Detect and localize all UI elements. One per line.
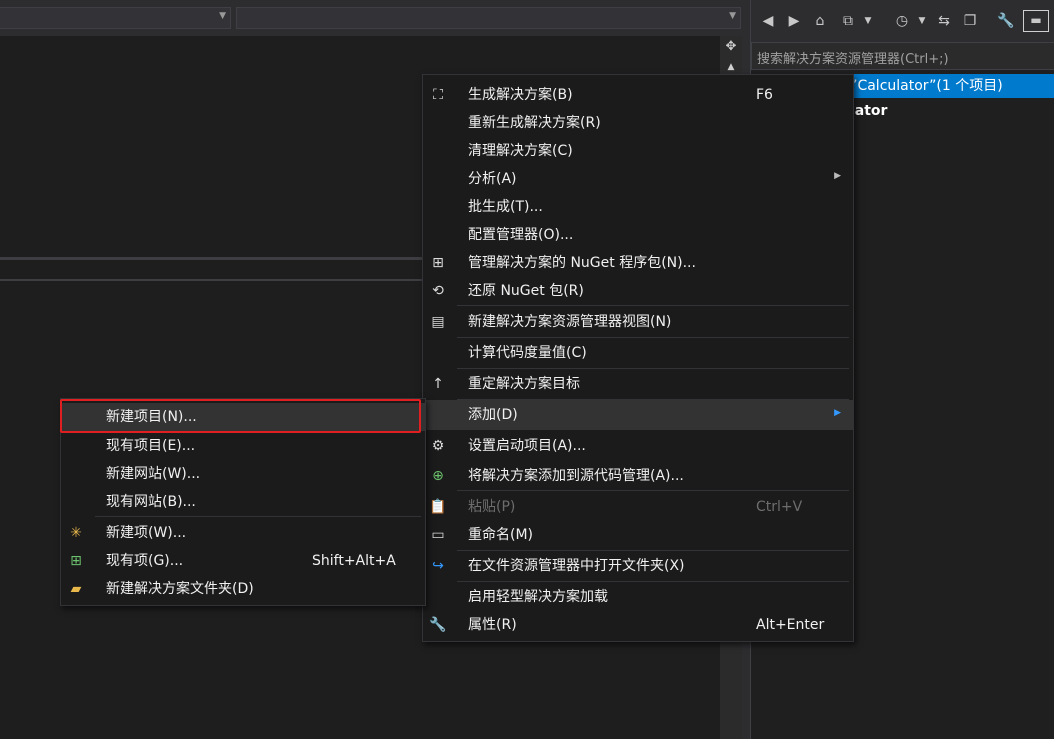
menu-item-new-item[interactable]: ✳ 新建项(W)... (61, 519, 425, 547)
menu-item-paste[interactable]: 📋 粘贴(P) Ctrl+V (423, 493, 853, 521)
menu-item-analyze[interactable]: 分析(A) ▶ (423, 165, 853, 193)
menu-item-new-solution-folder[interactable]: ▰ 新建解决方案文件夹(D) (61, 575, 425, 603)
menu-item-build-solution[interactable]: ⛶ 生成解决方案(B) F6 (423, 81, 853, 109)
solution-explorer-toolbar: ◀ ▶ ⌂ ⧉ ▼ ◷ ▼ ⇆ ❐ 🔧 ▬ (751, 0, 1054, 42)
submenu-arrow-icon: ▶ (834, 171, 841, 181)
new-folder-icon: ▰ (70, 581, 82, 597)
back-icon[interactable]: ◀ (759, 12, 777, 30)
submenu-arrow-icon: ▶ (834, 408, 841, 418)
menu-item-rebuild-solution[interactable]: 重新生成解决方案(R) (423, 109, 853, 137)
forward-icon[interactable]: ▶ (785, 12, 803, 30)
menu-item-batch-build[interactable]: 批生成(T)... (423, 193, 853, 221)
existing-item-icon: ⊞ (70, 553, 82, 569)
menu-separator (457, 490, 849, 491)
solution-context-menu: ⛶ 生成解决方案(B) F6 重新生成解决方案(R) 清理解决方案(C) 分析(… (422, 74, 854, 642)
member-dropdown[interactable]: ▼ (236, 7, 741, 29)
menu-item-new-website[interactable]: 新建网站(W)... (61, 460, 425, 488)
menu-separator (457, 337, 849, 338)
build-icon: ⛶ (433, 87, 443, 103)
type-dropdown[interactable]: ▼ (0, 7, 231, 29)
gear-icon: ⚙ (431, 438, 445, 454)
menu-item-rename[interactable]: ▭ 重命名(M) (423, 521, 853, 549)
menu-item-lightweight-load[interactable]: 启用轻型解决方案加载 (423, 583, 853, 611)
chevron-down-icon: ▼ (219, 11, 226, 21)
wrench-icon: 🔧 (429, 617, 447, 633)
menu-item-restore-nuget[interactable]: ⟲ 还原 NuGet 包(R) (423, 277, 853, 305)
refresh-icon[interactable]: ⇆ (935, 12, 953, 30)
menu-item-retarget-solution[interactable]: ↑ 重定解决方案目标 (423, 370, 853, 398)
menu-item-add[interactable]: 添加(D) ▶ (423, 400, 853, 430)
menu-separator (95, 516, 421, 517)
wrench-icon[interactable]: 🔧 (997, 12, 1015, 30)
nuget-icon: ⊞ (432, 255, 444, 271)
sync-view-icon[interactable]: ⧉ (839, 12, 857, 30)
menu-item-existing-project[interactable]: 现有项目(E)... (61, 432, 425, 460)
collapse-all-icon[interactable]: ❐ (961, 12, 979, 30)
menu-separator (457, 305, 849, 306)
menu-item-new-explorer-view[interactable]: ▤ 新建解决方案资源管理器视图(N) (423, 308, 853, 336)
solution-explorer-search-input[interactable]: 搜索解决方案资源管理器(Ctrl+;) (751, 42, 1054, 70)
menu-item-clean-solution[interactable]: 清理解决方案(C) (423, 137, 853, 165)
menu-separator (457, 368, 849, 369)
home-icon[interactable]: ⌂ (811, 12, 829, 30)
rename-icon: ▭ (431, 527, 445, 543)
menu-item-properties[interactable]: 🔧 属性(R) Alt+Enter (423, 611, 853, 639)
editor-navigation-bar: ▼ ▼ (0, 0, 748, 36)
menu-item-configuration-manager[interactable]: 配置管理器(O)... (423, 221, 853, 249)
add-source-control-icon: ⊕ (432, 468, 444, 484)
menu-item-code-metrics[interactable]: 计算代码度量值(C) (423, 339, 853, 367)
new-view-icon: ▤ (431, 314, 445, 330)
new-item-icon: ✳ (70, 525, 82, 541)
chevron-down-icon[interactable]: ▼ (913, 12, 931, 30)
open-folder-icon: ↪ (432, 558, 444, 574)
preview-selected-icon[interactable]: ▬ (1023, 10, 1049, 32)
menu-item-existing-item[interactable]: ⊞ 现有项(G)... Shift+Alt+A (61, 547, 425, 575)
menu-separator (457, 550, 849, 551)
menu-item-add-to-source-control[interactable]: ⊕ 将解决方案添加到源代码管理(A)... (423, 462, 853, 490)
menu-item-open-in-file-explorer[interactable]: ↪ 在文件资源管理器中打开文件夹(X) (423, 552, 853, 580)
menu-item-set-startup-projects[interactable]: ⚙ 设置启动项目(A)... (423, 432, 853, 460)
restore-icon: ⟲ (432, 283, 444, 299)
arrow-up-icon: ↑ (432, 376, 444, 392)
paste-icon: 📋 (429, 499, 447, 515)
pending-changes-icon[interactable]: ◷ (893, 12, 911, 30)
menu-item-manage-nuget[interactable]: ⊞ 管理解决方案的 NuGet 程序包(N)... (423, 249, 853, 277)
split-handle-icon[interactable]: ✥ (720, 38, 742, 56)
menu-item-existing-website[interactable]: 现有网站(B)... (61, 488, 425, 516)
chevron-down-icon[interactable]: ▼ (859, 12, 877, 30)
chevron-down-icon: ▼ (729, 11, 736, 21)
highlight-annotation (60, 399, 421, 433)
menu-separator (457, 581, 849, 582)
